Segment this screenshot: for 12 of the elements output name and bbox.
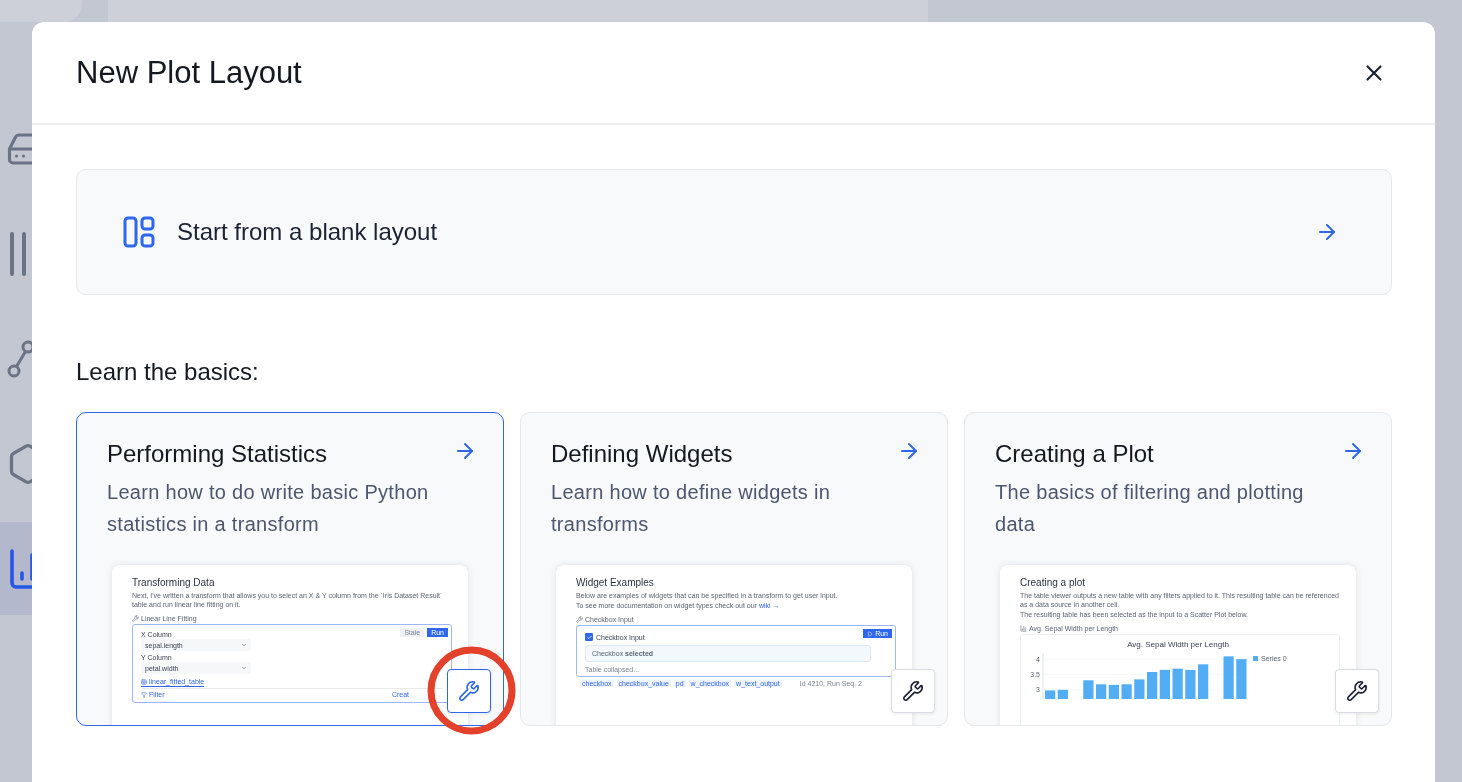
card-description: Learn how to do write basic Python statistics in a transform (107, 480, 430, 537)
card-description: Learn how to define widgets in transforms (551, 480, 832, 537)
dialog-title: New Plot Layout (76, 54, 302, 91)
card-description: The basics of filtering and plotting data (995, 480, 1305, 537)
preview-title: Creating a plot (1020, 577, 1087, 588)
card-title: Creating a Plot (995, 440, 1154, 468)
card-title: Defining Widgets (551, 440, 733, 468)
preview-title: Transforming Data (132, 577, 216, 588)
chart-title: Avg. Sepal Width per Length (1126, 640, 1230, 649)
preview-title: Widget Examples (576, 577, 655, 588)
card-title: Performing Statistics (107, 440, 328, 468)
section-title: Learn the basics: (76, 358, 260, 386)
